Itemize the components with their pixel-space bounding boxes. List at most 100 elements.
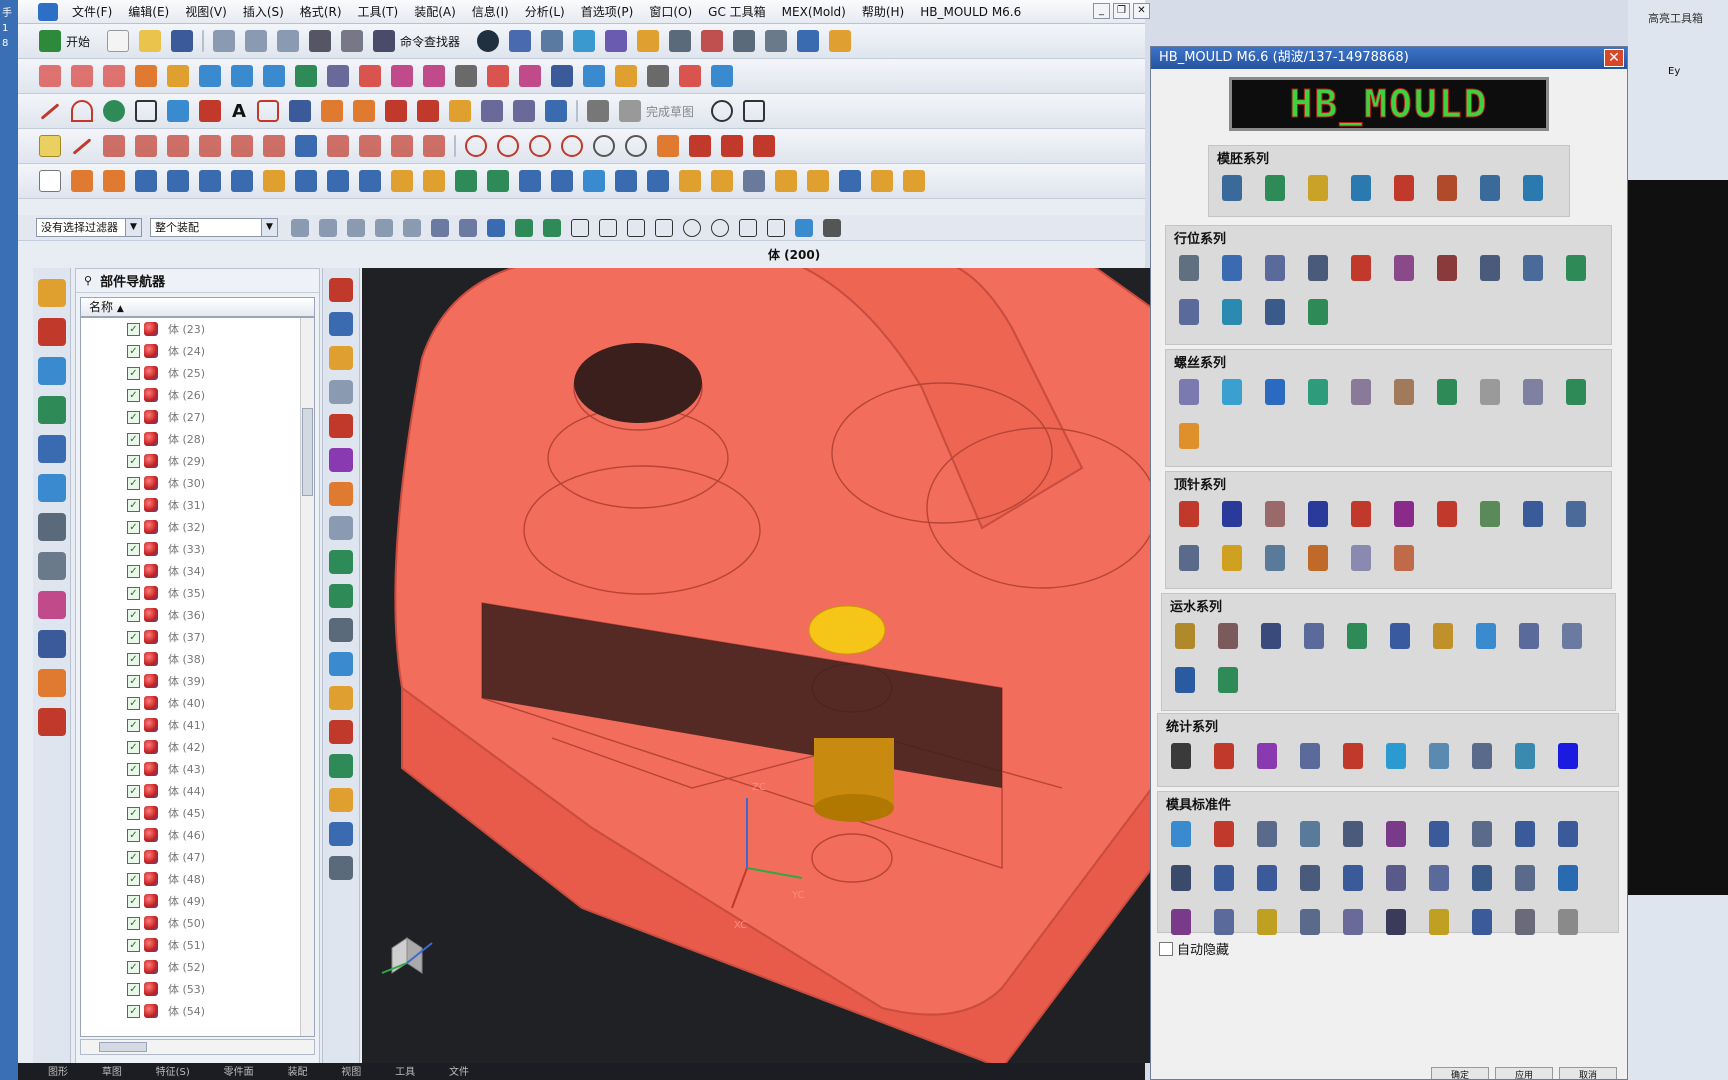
mould-tool-button[interactable] — [1174, 376, 1204, 408]
mould-tool-button[interactable] — [1295, 906, 1325, 938]
visibility-checkbox[interactable]: ✓ — [127, 652, 140, 666]
mould-tool-button[interactable] — [1295, 862, 1325, 894]
hole-icon[interactable] — [263, 170, 285, 192]
point-icon[interactable] — [199, 100, 221, 122]
menu-item[interactable]: MEX(Mold) — [774, 5, 854, 19]
mould-tool-button[interactable] — [1475, 252, 1505, 284]
visibility-checkbox[interactable]: ✓ — [127, 1004, 140, 1018]
system-scene-icon[interactable] — [38, 708, 66, 736]
mould-tool-button[interactable] — [1471, 620, 1501, 652]
status-item[interactable]: 视图 — [341, 1067, 361, 1078]
tree-row[interactable]: ✓ 体 (46) — [81, 824, 314, 846]
mould-tool-button[interactable] — [1338, 862, 1368, 894]
draft-icon[interactable] — [679, 170, 701, 192]
mould-tool-button[interactable] — [1213, 664, 1243, 696]
mould-tool-button[interactable] — [1346, 252, 1376, 284]
copy-icon[interactable] — [245, 30, 268, 52]
fit-view-icon[interactable] — [733, 30, 756, 52]
history-icon[interactable] — [38, 513, 66, 541]
arc-select-icon[interactable] — [627, 218, 645, 237]
undo-icon[interactable] — [309, 30, 332, 52]
grid-curve-icon[interactable] — [295, 135, 317, 157]
snap-tangent-icon[interactable] — [403, 218, 421, 237]
visibility-checkbox[interactable]: ✓ — [127, 894, 140, 908]
mould-tool-button[interactable] — [1295, 818, 1325, 850]
box-select-icon[interactable] — [431, 218, 449, 237]
circle-point-icon[interactable] — [103, 100, 125, 122]
status-item[interactable]: 特征(S) — [156, 1067, 190, 1078]
mould-tool-button[interactable] — [1256, 620, 1286, 652]
solid-block-icon[interactable] — [721, 135, 743, 157]
visibility-checkbox[interactable]: ✓ — [127, 344, 140, 358]
tree-row[interactable]: ✓ 体 (39) — [81, 670, 314, 692]
mould-tool-button[interactable] — [1338, 906, 1368, 938]
edit-curve-icon[interactable] — [135, 65, 157, 87]
quick-tool-11-icon[interactable] — [329, 618, 353, 642]
mould-tool-button[interactable] — [1346, 542, 1376, 574]
vertex-select-icon[interactable] — [515, 218, 533, 237]
menu-item[interactable]: 视图(V) — [177, 3, 235, 20]
snap-icon[interactable] — [605, 30, 628, 52]
parabola-icon[interactable] — [391, 135, 413, 157]
spline-icon[interactable] — [288, 100, 311, 122]
pull-face-icon[interactable] — [903, 170, 925, 192]
mould-tool-button[interactable] — [1557, 620, 1587, 652]
mould-tool-button[interactable] — [1553, 862, 1583, 894]
mould-tool-button[interactable] — [1174, 296, 1204, 328]
snap-midpoint-icon[interactable] — [347, 218, 365, 237]
menu-item[interactable]: 分析(L) — [517, 3, 573, 20]
mould-tool-button[interactable] — [1561, 252, 1591, 284]
tree-row[interactable]: ✓ 体 (24) — [81, 340, 314, 362]
menu-item[interactable]: 文件(F) — [64, 3, 120, 20]
pocket-icon[interactable] — [327, 170, 349, 192]
move-face-icon[interactable] — [871, 170, 893, 192]
circle-f-icon[interactable] — [625, 135, 647, 157]
menu-item[interactable]: 格式(R) — [292, 3, 350, 20]
mould-tool-button[interactable] — [1338, 818, 1368, 850]
mould-tool-button[interactable] — [1381, 818, 1411, 850]
mould-tool-button[interactable] — [1342, 620, 1372, 652]
right-tab-label[interactable]: Ey — [1628, 26, 1728, 77]
quick-tool-7-icon[interactable] — [329, 482, 353, 506]
intersect-icon[interactable] — [263, 65, 285, 87]
command-finder-icon[interactable] — [373, 30, 396, 52]
mould-tool-button[interactable] — [1303, 252, 1333, 284]
constraint-navigator-icon[interactable] — [38, 318, 66, 346]
open-folder-icon[interactable] — [139, 30, 162, 52]
measure-icon[interactable] — [637, 30, 660, 52]
shell-icon[interactable] — [711, 170, 733, 192]
mould-tool-button[interactable] — [1166, 862, 1196, 894]
mould-tool-button[interactable] — [1510, 740, 1540, 772]
web-browser-icon[interactable] — [38, 474, 66, 502]
mould-tool-button[interactable] — [1260, 172, 1290, 204]
mould-tool-button[interactable] — [1553, 740, 1583, 772]
normal-line-icon[interactable] — [167, 135, 189, 157]
mould-tool-button[interactable] — [1303, 376, 1333, 408]
menu-item[interactable]: 装配(A) — [406, 3, 464, 20]
mould-tool-button[interactable] — [1260, 498, 1290, 530]
quick-tool-14-icon[interactable] — [329, 720, 353, 744]
mould-tool-button[interactable] — [1518, 498, 1548, 530]
mould-tool-button[interactable] — [1346, 172, 1376, 204]
mould-tool-button[interactable] — [1174, 498, 1204, 530]
list-icon[interactable] — [823, 218, 841, 237]
tangent-line-icon[interactable] — [135, 135, 157, 157]
mould-tool-button[interactable] — [1303, 498, 1333, 530]
mould-tool-button[interactable] — [1424, 740, 1454, 772]
menu-item[interactable]: 窗口(O) — [641, 3, 700, 20]
tree-row[interactable]: ✓ 体 (40) — [81, 692, 314, 714]
roles-icon[interactable] — [38, 669, 66, 697]
mould-tool-button[interactable] — [1475, 498, 1505, 530]
tree-row[interactable]: ✓ 体 (41) — [81, 714, 314, 736]
quick-tool-17-icon[interactable] — [329, 822, 353, 846]
highlighted-pin-face[interactable] — [808, 605, 886, 655]
wrap-icon[interactable] — [487, 65, 509, 87]
visibility-checkbox[interactable]: ✓ — [127, 410, 140, 424]
quick-tool-9-icon[interactable] — [329, 550, 353, 574]
arc-icon[interactable] — [71, 100, 93, 122]
mould-tool-button[interactable] — [1217, 296, 1247, 328]
part-navigator-icon[interactable] — [38, 357, 66, 385]
scrollbar-thumb[interactable] — [99, 1042, 147, 1052]
helix-icon[interactable] — [231, 135, 253, 157]
visibility-checkbox[interactable]: ✓ — [127, 938, 140, 952]
